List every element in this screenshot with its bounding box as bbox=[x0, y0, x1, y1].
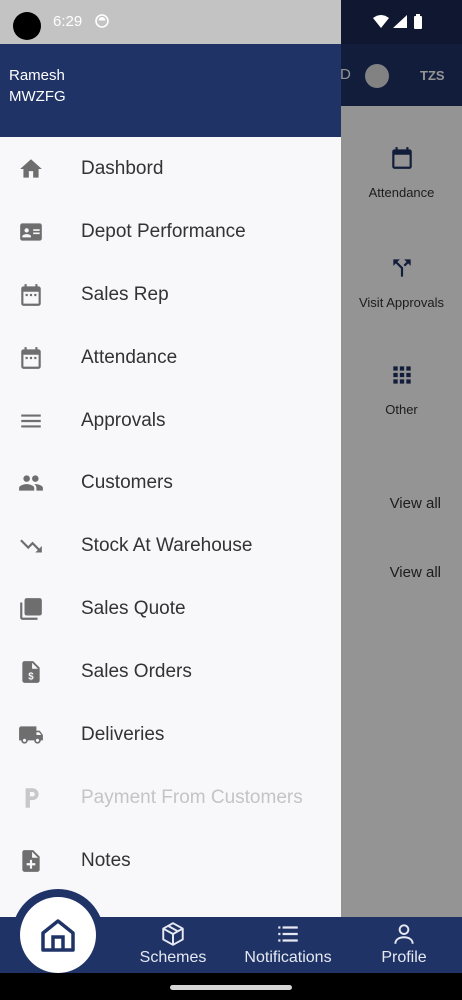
menu-item-label: Deliveries bbox=[81, 724, 165, 746]
cube-icon bbox=[162, 922, 184, 946]
user-name: Ramesh bbox=[9, 67, 65, 84]
copy-icon bbox=[20, 598, 42, 621]
menu-item-label: Sales Orders bbox=[81, 661, 192, 683]
menu-item-approvals[interactable]: Approvals bbox=[0, 389, 341, 452]
system-status-icons bbox=[373, 14, 422, 29]
id-card-icon bbox=[20, 223, 42, 241]
user-icon bbox=[394, 924, 414, 944]
menu-item-label: Payment From Customers bbox=[81, 786, 303, 808]
gesture-handle[interactable] bbox=[170, 985, 292, 990]
menu-item-sales-rep[interactable]: Sales Rep bbox=[0, 263, 341, 326]
menu-lines-icon bbox=[21, 414, 41, 428]
nav-profile[interactable]: Profile bbox=[346, 921, 462, 967]
menu-item-dashboard[interactable]: Dashbord bbox=[0, 137, 341, 200]
home-button[interactable] bbox=[20, 897, 96, 973]
wifi-icon bbox=[373, 15, 389, 28]
parking-p-icon bbox=[25, 788, 39, 808]
calendar-icon bbox=[21, 346, 41, 369]
menu-item-customers[interactable]: Customers bbox=[0, 451, 341, 514]
nav-label: Schemes bbox=[139, 949, 207, 966]
svg-text:$: $ bbox=[28, 672, 34, 683]
menu-item-attendance[interactable]: Attendance bbox=[0, 326, 341, 389]
menu-item-label: Attendance bbox=[81, 346, 178, 368]
menu-item-label: Sales Rep bbox=[81, 283, 169, 305]
menu-item-label: Stock At Warehouse bbox=[81, 535, 253, 557]
notification-app-icon bbox=[95, 14, 109, 28]
menu-item-label: Customers bbox=[81, 472, 173, 494]
signal-icon bbox=[393, 15, 407, 28]
navigation-drawer: Ramesh MWZFG Dashbord Depot Performance … bbox=[0, 0, 341, 917]
nav-notifications[interactable]: Notifications bbox=[230, 921, 346, 967]
menu-item-notes[interactable]: Notes bbox=[0, 829, 341, 892]
menu-item-sales-quote[interactable]: Sales Quote bbox=[0, 577, 341, 640]
truck-icon bbox=[19, 726, 43, 744]
menu-item-payment-from-customers[interactable]: Payment From Customers bbox=[0, 766, 341, 829]
note-add-icon bbox=[22, 849, 40, 872]
calendar-icon bbox=[21, 283, 41, 306]
list-icon bbox=[278, 926, 298, 942]
menu-item-sales-orders[interactable]: $ Sales Orders bbox=[0, 640, 341, 703]
menu-item-label: Sales Quote bbox=[81, 598, 186, 620]
menu-item-label: Dashbord bbox=[81, 158, 164, 179]
camera-cutout bbox=[13, 12, 41, 40]
battery-icon bbox=[414, 16, 422, 29]
trend-down-icon bbox=[20, 539, 42, 553]
menu-item-depot-performance[interactable]: Depot Performance bbox=[0, 200, 341, 263]
people-icon bbox=[19, 475, 43, 492]
menu-item-label: Approvals bbox=[81, 409, 166, 431]
home-fab-ring bbox=[12, 889, 104, 981]
menu-item-label: Notes bbox=[81, 849, 131, 871]
home-icon bbox=[41, 919, 75, 952]
user-code: MWZFG bbox=[9, 88, 66, 105]
nav-label: Notifications bbox=[244, 949, 332, 966]
home-icon bbox=[20, 159, 42, 178]
invoice-dollar-icon: $ bbox=[22, 661, 40, 683]
menu-item-label: Depot Performance bbox=[81, 220, 246, 242]
menu-item-deliveries[interactable]: Deliveries bbox=[0, 703, 341, 766]
menu-item-stock-at-warehouse[interactable]: Stock At Warehouse bbox=[0, 514, 341, 577]
drawer-header: Ramesh MWZFG bbox=[0, 44, 341, 137]
nav-label: Profile bbox=[381, 949, 427, 966]
drawer-menu: Dashbord Depot Performance Sales Rep Att… bbox=[0, 137, 341, 892]
status-bar: 6:29 bbox=[0, 0, 462, 44]
status-time: 6:29 bbox=[53, 13, 83, 30]
system-gesture-area bbox=[0, 973, 462, 1000]
nav-schemes[interactable]: Schemes bbox=[115, 921, 231, 967]
